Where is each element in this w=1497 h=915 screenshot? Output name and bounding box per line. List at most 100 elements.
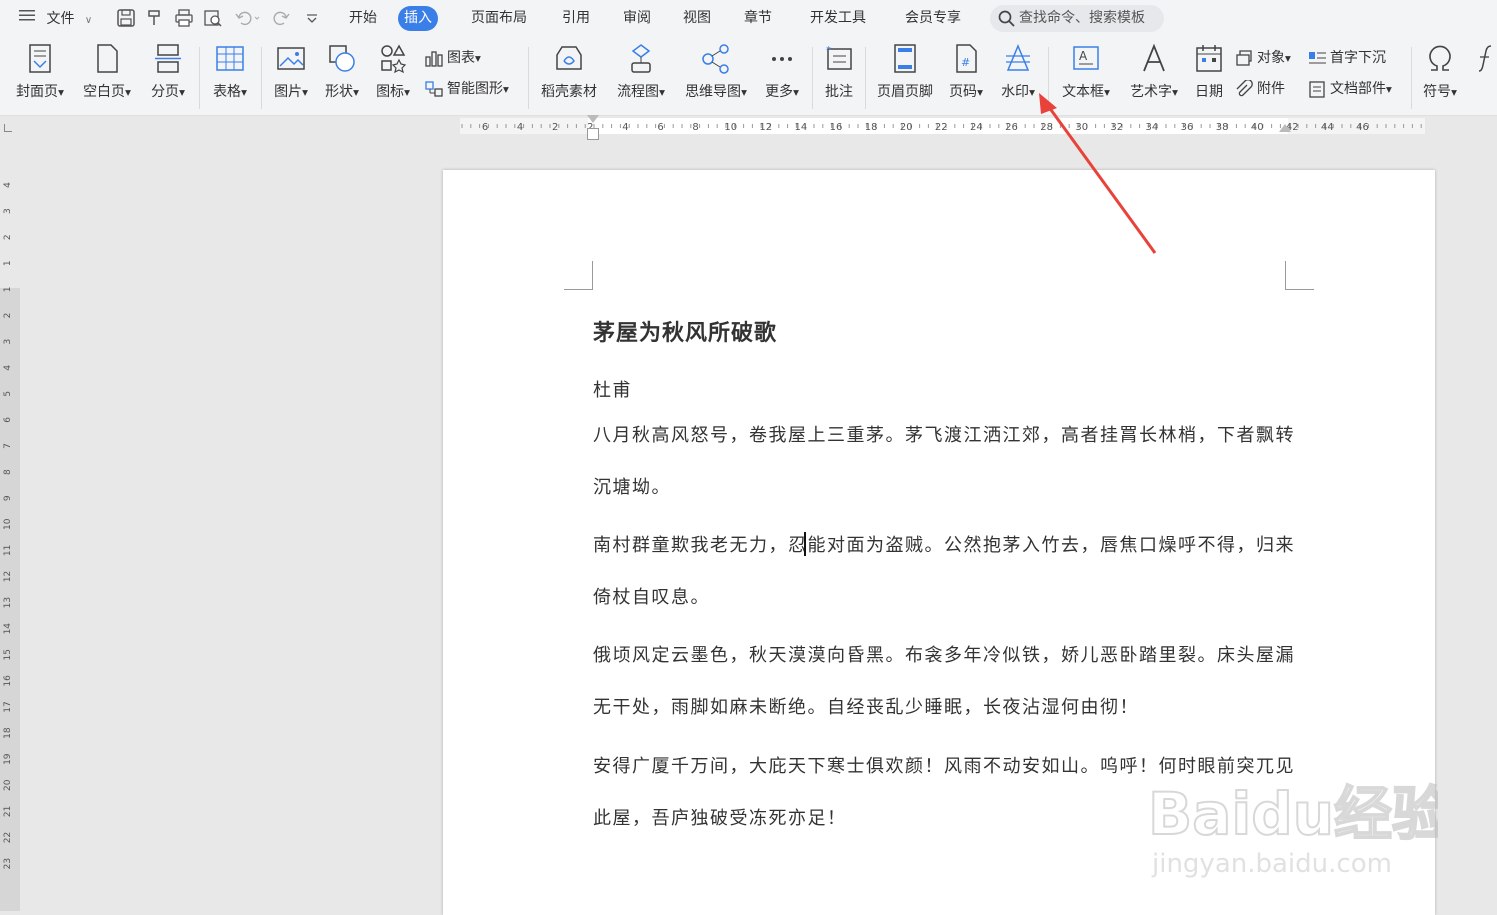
indent-marker[interactable] [587,128,599,140]
tab-home[interactable]: 开始 [343,6,383,31]
docer-assets-icon [536,43,602,75]
ruler-label: 19 [3,753,13,765]
picture-button[interactable]: 图片▾ [268,43,314,100]
redo-icon[interactable] [272,8,292,28]
ruler-label: 16 [830,122,843,133]
cover-page-button[interactable]: 封面页▾ [10,43,70,100]
tab-view[interactable]: 视图 [677,6,717,31]
svg-text:#: # [961,56,970,69]
page-number-button[interactable]: # 页码▾ [944,43,988,100]
ruler-label: 23 [3,858,13,869]
ruler-label: 5 [3,391,13,397]
comment-label: 批注 [825,84,853,100]
flowchart-button[interactable]: 流程图▾ [610,43,672,100]
ruler-label: 16 [3,675,13,687]
ruler-label: 3 [3,339,13,345]
attachment-label: 附件 [1257,81,1285,97]
save-icon[interactable] [116,8,136,28]
text-line: 八月秋高风怒号，卷我屋上三重茅。茅飞渡江洒江郊，高者挂罥长林梢，下者飘转 [593,425,1295,446]
ribbon-separator [528,47,529,109]
ruler-label: 36 [1181,122,1194,133]
mind-map-button[interactable]: 思维导图▾ [678,43,754,100]
ruler-label: 6 [657,122,663,133]
icon-button[interactable]: 图标▾ [370,43,416,100]
ruler-label: 13 [3,597,13,608]
ruler-label: 46 [1356,122,1369,133]
text-line: 南村群童欺我老无力，忍能对面为盗贼。公然抱茅入竹去，唇焦口燥呼不得，归来 [593,535,1295,556]
table-icon [206,43,254,75]
attachment-button[interactable]: 附件 [1234,78,1285,100]
ruler-label: 44 [1321,122,1334,133]
chevron-down-icon: ∨ [84,14,93,26]
customize-toolbar-icon[interactable] [304,8,324,28]
header-footer-button[interactable]: 页眉页脚 [872,43,938,100]
comment-button[interactable]: * 批注 [819,43,859,100]
ruler-label: 2 [3,234,13,240]
object-label: 对象 [1257,50,1285,66]
print-icon[interactable] [174,8,194,28]
tab-page-layout[interactable]: 页面布局 [465,6,533,31]
text-cursor [804,532,806,556]
docer-assets-button[interactable]: 稻壳素材 [536,43,602,100]
ruler-label: 12 [759,122,772,133]
ribbon-separator [865,47,866,109]
omega-icon [1418,43,1462,75]
ruler-label: 8 [3,469,13,475]
tab-review[interactable]: 审阅 [617,6,657,31]
text-line: 俄顷风定云墨色，秋天漠漠向昏黑。布衾多年冷似铁，娇儿恶卧踏里裂。床头屋漏 [593,645,1295,666]
shape-label: 形状▾ [325,84,359,100]
flowchart-label: 流程图▾ [617,84,665,100]
smart-art-button[interactable]: 智能图形▾ [424,78,509,100]
text-box-button[interactable]: A 文本框▾ [1056,43,1116,100]
ruler-label: 6 [3,417,13,423]
right-indent-marker[interactable] [1279,124,1291,132]
formula-button[interactable]: 公式 [1469,43,1497,75]
blank-page-button[interactable]: 空白页▾ [78,43,136,100]
insert-ribbon: 封面页▾ 空白页▾ 分页▾ 表格▾ 图片▾ 形状▾ 图标▾ 图表▾ 智能图形▾ … [0,37,1497,116]
header-footer-icon [872,43,938,75]
date-button[interactable]: 日期 [1190,43,1228,100]
ruler-label: 6 [482,122,488,133]
shape-button[interactable]: 形状▾ [319,43,365,100]
watermark-url-text: jingyan.baidu.com [1151,849,1392,879]
symbol-button[interactable]: 符号▾ [1418,43,1462,100]
object-button[interactable]: 对象▾ [1234,47,1291,69]
cover-page-label: 封面页▾ [16,84,64,100]
drop-cap-button[interactable]: 首字下沉 [1307,47,1386,69]
text-line: 沉塘坳。 [593,477,671,498]
icon-label: 图标▾ [376,84,410,100]
watermark-button[interactable]: 水印▾ [995,43,1041,100]
doc-parts-button[interactable]: 文档部件▾ [1307,78,1392,100]
chart-button[interactable]: 图表▾ [424,47,481,69]
text-line: 此屋，吾庐独破受冻死亦足！ [593,808,847,829]
shape-icon [319,43,365,75]
file-menu[interactable]: 文件 ∨ [18,0,92,37]
blank-page-icon [78,43,136,75]
ruler-label: 4 [622,122,628,133]
tab-insert[interactable]: 插入 [398,6,438,31]
tab-member[interactable]: 会员专享 [899,6,967,31]
more-button[interactable]: 更多▾ [760,43,804,100]
formula-icon [1469,43,1497,75]
symbol-label: 符号▾ [1423,84,1457,100]
word-art-button[interactable]: 艺术字▾ [1124,43,1184,100]
tab-references[interactable]: 引用 [556,6,596,31]
format-painter-icon[interactable] [145,8,165,28]
drop-cap-label: 首字下沉 [1330,50,1386,66]
print-preview-icon[interactable] [203,8,223,28]
ruler-label: 20 [900,122,913,133]
ruler-label: 9 [3,495,13,501]
margin-corner-top-left [564,261,593,290]
vertical-ruler[interactable]: 4321123456789101112131415161718192021222… [0,160,20,911]
command-search-box[interactable]: 查找命令、搜索模板 [990,5,1164,32]
table-button[interactable]: 表格▾ [206,43,254,100]
ruler-label: 1 [3,260,13,266]
tab-chapter[interactable]: 章节 [738,6,778,31]
ruler-label: 4 [3,182,13,188]
margin-corner-top-right [1285,261,1314,290]
more-label: 更多▾ [765,84,799,100]
undo-icon[interactable] [233,8,260,28]
tab-developer[interactable]: 开发工具 [804,6,872,31]
indent-marker[interactable] [587,115,599,123]
page-break-button[interactable]: 分页▾ [144,43,192,100]
